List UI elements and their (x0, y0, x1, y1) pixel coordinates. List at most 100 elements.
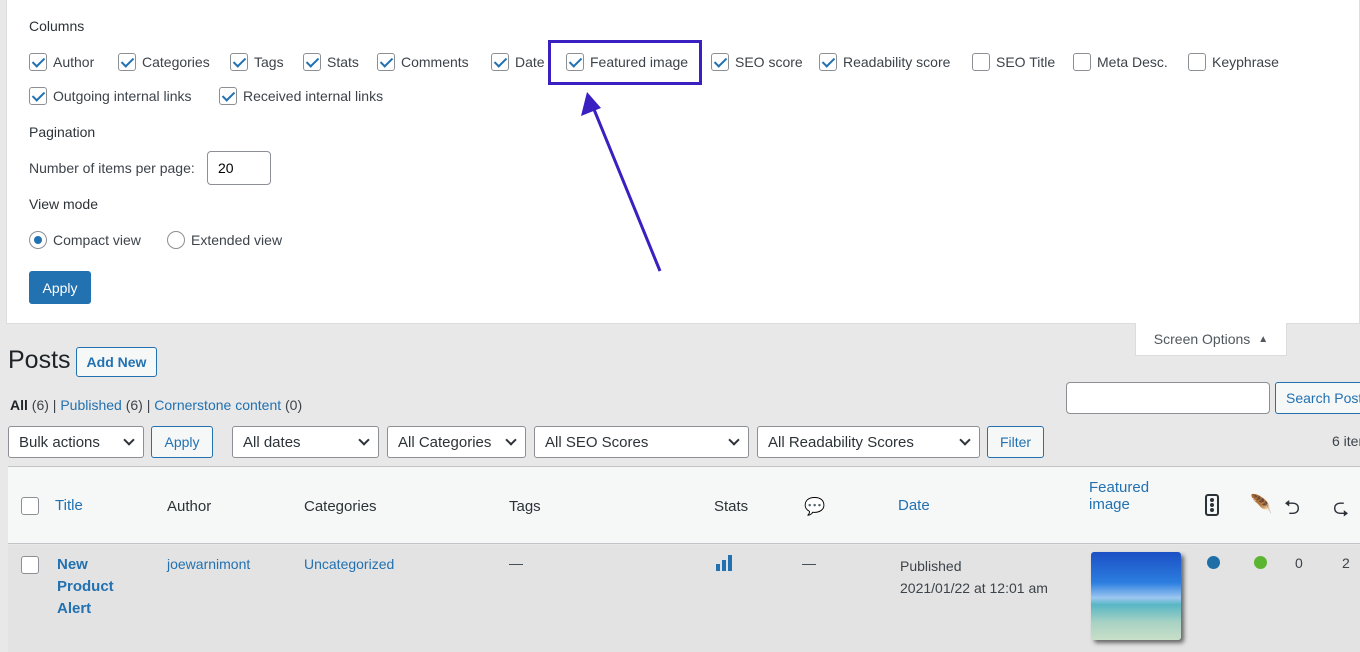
column-toggle-author[interactable]: Author (29, 53, 94, 71)
columns-heading: Columns (29, 18, 85, 34)
column-toggle-outgoing-internal-links[interactable]: Outgoing internal links (29, 87, 192, 105)
checkbox[interactable] (972, 53, 990, 71)
column-featured-image[interactable]: Featured image (1089, 479, 1149, 513)
title-line: New (57, 556, 88, 573)
received-links-icon[interactable]: ⮎ (1333, 493, 1349, 527)
view-all[interactable]: All (10, 397, 28, 413)
view-mode-heading: View mode (29, 196, 99, 212)
checkbox[interactable] (377, 53, 395, 71)
comments-value: — (802, 555, 816, 571)
bulk-actions-select[interactable]: Bulk actions (8, 426, 144, 458)
column-author: Author (167, 498, 212, 515)
checkbox[interactable] (1073, 53, 1091, 71)
row-checkbox[interactable] (21, 556, 39, 575)
readability-filter-select[interactable]: All Readability Scores (757, 426, 980, 458)
title-line: Product (57, 578, 114, 595)
add-new-button[interactable]: Add New (76, 347, 157, 377)
column-stats: Stats (714, 498, 749, 515)
seo-filter-select[interactable]: All SEO Scores (534, 426, 749, 458)
stats-bar-icon[interactable] (716, 555, 732, 571)
category-link[interactable]: Uncategorized (304, 556, 394, 572)
radio-button[interactable] (167, 231, 185, 249)
column-title[interactable]: Title (55, 497, 83, 514)
dates-filter-select[interactable]: All dates (232, 426, 379, 458)
compact-view-radio[interactable]: Compact view (29, 231, 141, 249)
caret-up-icon: ▲ (1258, 333, 1269, 345)
checkbox[interactable] (711, 53, 729, 71)
chevron-down-icon (728, 434, 740, 446)
featured-line2: image (1089, 496, 1130, 513)
column-toggle-categories[interactable]: Categories (118, 53, 210, 71)
outgoing-links-icon[interactable]: ⮌ (1284, 493, 1300, 527)
column-toggle-date[interactable]: Date (491, 53, 545, 71)
column-toggle-stats[interactable]: Stats (303, 53, 359, 71)
column-toggle-keyphrase[interactable]: Keyphrase (1188, 53, 1279, 71)
screen-options-label: Screen Options (1153, 331, 1251, 347)
screen-options-toggle[interactable]: Screen Options ▲ (1135, 323, 1287, 356)
checkbox-label: Outgoing internal links (53, 88, 192, 104)
post-views: All (6) | Published (6) | Cornerstone co… (10, 397, 303, 413)
column-toggle-tags[interactable]: Tags (230, 53, 284, 71)
author-link[interactable]: joewarnimont (167, 556, 250, 572)
column-toggle-seo-score[interactable]: SEO score (711, 53, 803, 71)
comments-bubble-icon: 💬 (804, 497, 826, 516)
extended-view-label: Extended view (191, 232, 283, 248)
seo-score-traffic-light-icon[interactable] (1205, 494, 1219, 516)
table-row: New Product Alert joewarnimont Uncategoriz… (8, 545, 1360, 652)
column-tags: Tags (509, 498, 541, 515)
checkbox[interactable] (29, 53, 47, 71)
checkbox-label: Meta Desc. (1097, 54, 1168, 70)
chevron-down-icon (358, 434, 370, 446)
column-date[interactable]: Date (898, 497, 930, 514)
select-value: Bulk actions (19, 433, 100, 451)
column-toggle-seo-title[interactable]: SEO Title (972, 53, 1055, 71)
count: (0) (285, 397, 303, 413)
readability-feather-icon[interactable]: 🪶 (1250, 494, 1272, 515)
checkbox-label: Readability score (843, 54, 951, 70)
seo-score-dot (1207, 556, 1220, 569)
select-value: All dates (243, 433, 301, 451)
checkbox[interactable] (303, 53, 321, 71)
search-posts-button[interactable]: Search Posts (1275, 382, 1360, 414)
filter-button[interactable]: Filter (987, 426, 1044, 458)
select-value: All SEO Scores (545, 433, 649, 451)
readability-score-dot (1254, 556, 1267, 569)
items-count: 6 items (1332, 433, 1360, 449)
checkbox[interactable] (1188, 53, 1206, 71)
view-published[interactable]: Published (60, 397, 122, 413)
items-per-page-input[interactable] (207, 151, 271, 185)
checkbox[interactable] (219, 87, 237, 105)
chevron-down-icon (505, 434, 517, 446)
compact-view-label: Compact view (53, 232, 141, 248)
column-toggle-readability-score[interactable]: Readability score (819, 53, 950, 71)
bulk-apply-button[interactable]: Apply (151, 426, 213, 458)
post-status: Published (900, 558, 962, 574)
radio-button[interactable] (29, 231, 47, 249)
column-toggle-received-internal-links[interactable]: Received internal links (219, 87, 383, 105)
select-all-checkbox[interactable] (21, 497, 39, 516)
checkbox[interactable] (230, 53, 248, 71)
column-categories: Categories (304, 498, 377, 515)
column-toggle-comments[interactable]: Comments (377, 53, 469, 71)
checkbox[interactable] (29, 87, 47, 105)
checkbox[interactable] (819, 53, 837, 71)
screen-options-apply-button[interactable]: Apply (29, 271, 91, 304)
checkbox-label: Stats (327, 54, 359, 70)
post-title-link[interactable]: New Product Alert (57, 554, 114, 620)
checkbox[interactable] (118, 53, 136, 71)
column-toggle-meta-desc[interactable]: Meta Desc. (1073, 53, 1168, 71)
checkbox-label: Keyphrase (1212, 54, 1279, 70)
extended-view-radio[interactable]: Extended view (167, 231, 282, 249)
checkbox-label: Comments (401, 54, 469, 70)
view-cornerstone[interactable]: Cornerstone content (154, 397, 281, 413)
checkbox[interactable] (491, 53, 509, 71)
categories-filter-select[interactable]: All Categories (387, 426, 526, 458)
select-value: All Readability Scores (768, 433, 914, 451)
checkbox-label: Received internal links (243, 88, 384, 104)
screen-options-panel: Columns Author Categories Tags Stats Comment… (6, 0, 1360, 324)
featured-image-thumbnail[interactable] (1091, 552, 1181, 640)
featured-line1: Featured (1089, 479, 1150, 496)
search-input[interactable] (1066, 382, 1270, 414)
checkbox-label: Author (53, 54, 95, 70)
table-header: Title Author Categories Tags Stats 💬 Dat… (8, 466, 1360, 544)
